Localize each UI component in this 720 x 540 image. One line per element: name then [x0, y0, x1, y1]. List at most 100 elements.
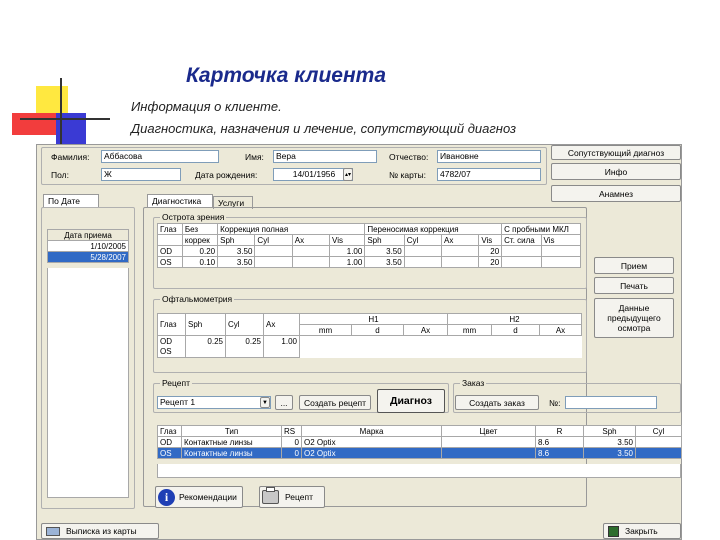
date-item[interactable]: 1/10/2005: [47, 240, 129, 252]
cell[interactable]: O2 Optix: [301, 436, 442, 448]
cell: Cyl: [403, 234, 443, 246]
cell[interactable]: 3.50: [364, 245, 405, 257]
cell: Cyl: [254, 234, 293, 246]
cell[interactable]: OS: [157, 346, 186, 358]
visual-acuity-table: Глаз Без Коррекция полная Переносимая корре…: [157, 223, 582, 268]
card-number-field[interactable]: 4782/07: [437, 168, 541, 181]
cell[interactable]: [291, 245, 331, 257]
cell[interactable]: [441, 436, 536, 448]
cell[interactable]: [225, 346, 264, 358]
cell[interactable]: [441, 256, 480, 268]
cell[interactable]: [540, 256, 582, 268]
cell[interactable]: 1.00: [329, 245, 366, 257]
cell: Ax: [291, 234, 331, 246]
cell: Ax: [403, 324, 448, 336]
sex-field[interactable]: Ж: [101, 168, 181, 181]
cell[interactable]: 0.20: [181, 245, 219, 257]
cell[interactable]: 0.10: [181, 256, 219, 268]
tab-diagnostics[interactable]: Диагностика: [147, 194, 213, 207]
cell[interactable]: 3.50: [217, 256, 256, 268]
table-row[interactable]: OS Контактные линзы 0 O2 Optix 8.6 3.50: [157, 447, 682, 459]
cell[interactable]: [635, 436, 682, 448]
cell[interactable]: OD: [157, 436, 182, 448]
print-button[interactable]: Печать: [594, 277, 674, 294]
create-recipe-button[interactable]: Создать рецепт: [299, 395, 371, 410]
diagnosis-button[interactable]: Диагноз: [377, 389, 445, 413]
cell[interactable]: 3.50: [583, 436, 636, 448]
cell[interactable]: 3.50: [217, 245, 256, 257]
cell[interactable]: [441, 447, 536, 459]
cell[interactable]: 0.25: [185, 335, 226, 347]
table-row[interactable]: OD Контактные линзы 0 O2 Optix 8.6 3.50: [157, 436, 682, 448]
cell[interactable]: 8.6: [535, 436, 584, 448]
cell: Ax: [441, 234, 480, 246]
cell[interactable]: [501, 245, 542, 257]
cell[interactable]: [403, 256, 443, 268]
cell[interactable]: [635, 447, 682, 459]
cell: Переносимая коррекция: [364, 223, 503, 235]
cell: Cyl: [635, 425, 682, 437]
cell[interactable]: 0: [281, 436, 302, 448]
cell[interactable]: 1.00: [329, 256, 366, 268]
browse-recipe-button[interactable]: ...: [275, 395, 293, 410]
cell: Vis: [540, 234, 582, 246]
info-button[interactable]: Инфо: [551, 163, 681, 180]
slide-subtitle-2: Диагностика, назначения и лечение, сопут…: [131, 121, 517, 136]
extract-button[interactable]: Выписка из карты: [41, 523, 159, 539]
cell[interactable]: 3.50: [364, 256, 405, 268]
close-button[interactable]: Закрыть: [603, 523, 681, 539]
cell[interactable]: Контактные линзы: [181, 447, 282, 459]
create-order-button[interactable]: Создать заказ: [455, 395, 539, 410]
cell[interactable]: OD: [157, 335, 186, 347]
cell: H1: [299, 313, 448, 325]
cell[interactable]: 20: [478, 245, 503, 257]
anamnesis-button[interactable]: Анамнез: [551, 185, 681, 202]
cell[interactable]: OS: [157, 447, 182, 459]
cell: Vis: [329, 234, 366, 246]
cell[interactable]: [254, 256, 293, 268]
reception-button[interactable]: Прием: [594, 257, 674, 274]
date-list-header: Дата приема: [47, 229, 129, 241]
cell[interactable]: [540, 245, 582, 257]
concomitant-diagnosis-button[interactable]: Сопутствующий диагноз: [551, 145, 681, 160]
cell[interactable]: [501, 256, 542, 268]
cell[interactable]: [263, 346, 300, 358]
cell[interactable]: 0.25: [225, 335, 264, 347]
table-row: OS: [157, 346, 582, 358]
cell: mm: [447, 324, 492, 336]
previous-exam-button[interactable]: Данные предыдущего осмотра: [594, 298, 674, 338]
cell[interactable]: 1.00: [263, 335, 300, 347]
cell[interactable]: [291, 256, 331, 268]
cell: RS: [281, 425, 302, 437]
cell[interactable]: 8.6: [535, 447, 584, 459]
name-field[interactable]: Вера: [273, 150, 377, 163]
recipe-select[interactable]: Рецепт 1: [157, 396, 271, 409]
date-item[interactable]: 5/28/2007: [47, 251, 129, 263]
birth-date-field[interactable]: 14/01/1956: [273, 168, 353, 181]
cell[interactable]: 20: [478, 256, 503, 268]
surname-field[interactable]: Аббасова: [101, 150, 219, 163]
chevron-down-icon[interactable]: ▼: [260, 397, 270, 408]
recommendations-button[interactable]: i Рекомендации: [155, 486, 243, 508]
recipe-print-button[interactable]: Рецепт: [259, 486, 325, 508]
cell[interactable]: OS: [157, 256, 183, 268]
cell: Цвет: [441, 425, 536, 437]
decor-horizontal-line: [20, 118, 110, 120]
cell[interactable]: Контактные линзы: [181, 436, 282, 448]
cell: Sph: [217, 234, 256, 246]
cell[interactable]: [441, 245, 480, 257]
date-list-empty: [47, 268, 129, 498]
cell[interactable]: O2 Optix: [301, 447, 442, 459]
order-number-field[interactable]: [565, 396, 657, 409]
patronymic-field[interactable]: Ивановне: [437, 150, 541, 163]
cell: [157, 234, 183, 246]
cell[interactable]: 3.50: [583, 447, 636, 459]
tab-by-date[interactable]: По Дате: [43, 194, 99, 207]
cell[interactable]: [254, 245, 293, 257]
cell[interactable]: 0: [281, 447, 302, 459]
cell: Ax: [539, 324, 582, 336]
cell[interactable]: [185, 346, 226, 358]
cell[interactable]: [403, 245, 443, 257]
date-spin-icon[interactable]: ▴▾: [343, 168, 353, 181]
cell[interactable]: OD: [157, 245, 183, 257]
